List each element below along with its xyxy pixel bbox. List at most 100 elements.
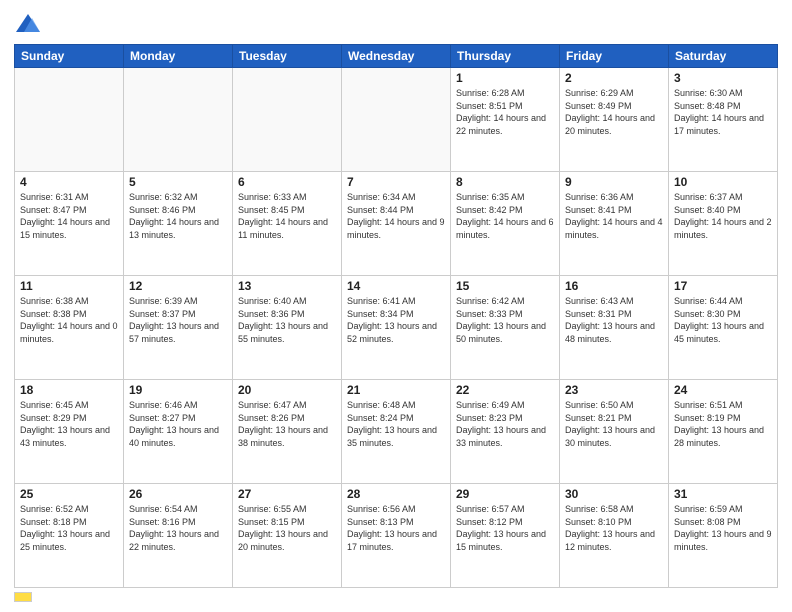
day-cell: 10 Sunrise: 6:37 AM Sunset: 8:40 PM Dayli… — [669, 172, 778, 276]
day-cell: 28Sunrise: 6:56 AM Sunset: 8:13 PM Dayli… — [342, 484, 451, 588]
week-row-1: 1 Sunrise: 6:28 AM Sunset: 8:51 PM Daylig… — [15, 68, 778, 172]
header-monday: Monday — [124, 45, 233, 68]
day-cell: 21 Sunrise: 6:48 AM Sunset: 8:24 PM Dayli… — [342, 380, 451, 484]
day-cell: 18 Sunrise: 6:45 AM Sunset: 8:29 PM Dayli… — [15, 380, 124, 484]
day-number: 11 — [20, 279, 118, 293]
day-number: 27 — [238, 487, 336, 501]
header-sunday: Sunday — [15, 45, 124, 68]
day-info: Sunrise: 6:54 AM Sunset: 8:16 PM Dayligh… — [129, 503, 227, 553]
day-info: Sunrise: 6:48 AM Sunset: 8:24 PM Dayligh… — [347, 399, 445, 449]
day-info: Sunrise: 6:31 AM Sunset: 8:47 PM Dayligh… — [20, 191, 118, 241]
day-cell: 25 Sunrise: 6:52 AM Sunset: 8:18 PM Dayli… — [15, 484, 124, 588]
day-cell: 3Sunrise: 6:30 AM Sunset: 8:48 PM Daylig… — [669, 68, 778, 172]
day-cell — [124, 68, 233, 172]
logo — [14, 10, 46, 38]
logo-icon — [14, 10, 42, 38]
day-info: Sunrise: 6:30 AM Sunset: 8:48 PM Dayligh… — [674, 87, 772, 137]
days-header-row: Sunday Monday Tuesday Wednesday Thursday… — [15, 45, 778, 68]
day-cell: 27 Sunrise: 6:55 AM Sunset: 8:15 PM Dayli… — [233, 484, 342, 588]
day-number: 28 — [347, 487, 445, 501]
day-cell — [342, 68, 451, 172]
day-number: 23 — [565, 383, 663, 397]
day-number: 26 — [129, 487, 227, 501]
day-cell — [15, 68, 124, 172]
header-wednesday: Wednesday — [342, 45, 451, 68]
header — [14, 10, 778, 38]
day-info: Sunrise: 6:41 AM Sunset: 8:34 PM Dayligh… — [347, 295, 445, 345]
day-cell: 14 Sunrise: 6:41 AM Sunset: 8:34 PM Dayli… — [342, 276, 451, 380]
day-info: Sunrise: 6:42 AM Sunset: 8:33 PM Dayligh… — [456, 295, 554, 345]
day-number: 14 — [347, 279, 445, 293]
day-cell: 17 Sunrise: 6:44 AM Sunset: 8:30 PM Dayli… — [669, 276, 778, 380]
day-number: 22 — [456, 383, 554, 397]
day-number: 24 — [674, 383, 772, 397]
day-info: Sunrise: 6:37 AM Sunset: 8:40 PM Dayligh… — [674, 191, 772, 241]
day-info: Sunrise: 6:38 AM Sunset: 8:38 PM Dayligh… — [20, 295, 118, 345]
week-row-2: 4Sunrise: 6:31 AM Sunset: 8:47 PM Daylig… — [15, 172, 778, 276]
week-row-3: 11 Sunrise: 6:38 AM Sunset: 8:38 PM Dayli… — [15, 276, 778, 380]
day-number: 19 — [129, 383, 227, 397]
footer — [14, 592, 778, 602]
day-number: 16 — [565, 279, 663, 293]
day-cell — [233, 68, 342, 172]
day-cell: 11 Sunrise: 6:38 AM Sunset: 8:38 PM Dayli… — [15, 276, 124, 380]
day-cell: 16Sunrise: 6:43 AM Sunset: 8:31 PM Dayli… — [560, 276, 669, 380]
day-cell: 29 Sunrise: 6:57 AM Sunset: 8:12 PM Dayli… — [451, 484, 560, 588]
day-info: Sunrise: 6:50 AM Sunset: 8:21 PM Dayligh… — [565, 399, 663, 449]
day-cell: 7Sunrise: 6:34 AM Sunset: 8:44 PM Daylig… — [342, 172, 451, 276]
day-cell: 9Sunrise: 6:36 AM Sunset: 8:41 PM Daylig… — [560, 172, 669, 276]
day-info: Sunrise: 6:44 AM Sunset: 8:30 PM Dayligh… — [674, 295, 772, 345]
day-number: 25 — [20, 487, 118, 501]
day-info: Sunrise: 6:33 AM Sunset: 8:45 PM Dayligh… — [238, 191, 336, 241]
day-cell: 15Sunrise: 6:42 AM Sunset: 8:33 PM Dayli… — [451, 276, 560, 380]
day-number: 18 — [20, 383, 118, 397]
day-cell: 22 Sunrise: 6:49 AM Sunset: 8:23 PM Dayli… — [451, 380, 560, 484]
day-info: Sunrise: 6:29 AM Sunset: 8:49 PM Dayligh… — [565, 87, 663, 137]
day-info: Sunrise: 6:28 AM Sunset: 8:51 PM Dayligh… — [456, 87, 554, 137]
day-number: 6 — [238, 175, 336, 189]
day-info: Sunrise: 6:36 AM Sunset: 8:41 PM Dayligh… — [565, 191, 663, 241]
day-cell: 1 Sunrise: 6:28 AM Sunset: 8:51 PM Daylig… — [451, 68, 560, 172]
day-number: 21 — [347, 383, 445, 397]
day-number: 5 — [129, 175, 227, 189]
daylight-bar-icon — [14, 592, 32, 602]
page: Sunday Monday Tuesday Wednesday Thursday… — [0, 0, 792, 612]
day-number: 10 — [674, 175, 772, 189]
day-cell: 5Sunrise: 6:32 AM Sunset: 8:46 PM Daylig… — [124, 172, 233, 276]
day-info: Sunrise: 6:46 AM Sunset: 8:27 PM Dayligh… — [129, 399, 227, 449]
day-number: 29 — [456, 487, 554, 501]
header-friday: Friday — [560, 45, 669, 68]
header-saturday: Saturday — [669, 45, 778, 68]
day-info: Sunrise: 6:59 AM Sunset: 8:08 PM Dayligh… — [674, 503, 772, 553]
day-number: 30 — [565, 487, 663, 501]
day-cell: 8 Sunrise: 6:35 AM Sunset: 8:42 PM Daylig… — [451, 172, 560, 276]
day-cell: 20Sunrise: 6:47 AM Sunset: 8:26 PM Dayli… — [233, 380, 342, 484]
day-info: Sunrise: 6:52 AM Sunset: 8:18 PM Dayligh… — [20, 503, 118, 553]
day-info: Sunrise: 6:45 AM Sunset: 8:29 PM Dayligh… — [20, 399, 118, 449]
day-number: 1 — [456, 71, 554, 85]
day-info: Sunrise: 6:58 AM Sunset: 8:10 PM Dayligh… — [565, 503, 663, 553]
day-number: 17 — [674, 279, 772, 293]
day-number: 31 — [674, 487, 772, 501]
day-info: Sunrise: 6:57 AM Sunset: 8:12 PM Dayligh… — [456, 503, 554, 553]
day-cell: 23 Sunrise: 6:50 AM Sunset: 8:21 PM Dayli… — [560, 380, 669, 484]
day-cell: 13Sunrise: 6:40 AM Sunset: 8:36 PM Dayli… — [233, 276, 342, 380]
day-info: Sunrise: 6:34 AM Sunset: 8:44 PM Dayligh… — [347, 191, 445, 241]
week-row-5: 25 Sunrise: 6:52 AM Sunset: 8:18 PM Dayli… — [15, 484, 778, 588]
day-cell: 4Sunrise: 6:31 AM Sunset: 8:47 PM Daylig… — [15, 172, 124, 276]
calendar-table: Sunday Monday Tuesday Wednesday Thursday… — [14, 44, 778, 588]
day-cell: 30 Sunrise: 6:58 AM Sunset: 8:10 PM Dayli… — [560, 484, 669, 588]
day-cell: 26 Sunrise: 6:54 AM Sunset: 8:16 PM Dayli… — [124, 484, 233, 588]
day-number: 8 — [456, 175, 554, 189]
day-cell: 6 Sunrise: 6:33 AM Sunset: 8:45 PM Daylig… — [233, 172, 342, 276]
day-info: Sunrise: 6:40 AM Sunset: 8:36 PM Dayligh… — [238, 295, 336, 345]
day-cell: 12 Sunrise: 6:39 AM Sunset: 8:37 PM Dayli… — [124, 276, 233, 380]
day-info: Sunrise: 6:49 AM Sunset: 8:23 PM Dayligh… — [456, 399, 554, 449]
day-info: Sunrise: 6:51 AM Sunset: 8:19 PM Dayligh… — [674, 399, 772, 449]
day-info: Sunrise: 6:39 AM Sunset: 8:37 PM Dayligh… — [129, 295, 227, 345]
day-info: Sunrise: 6:47 AM Sunset: 8:26 PM Dayligh… — [238, 399, 336, 449]
day-info: Sunrise: 6:35 AM Sunset: 8:42 PM Dayligh… — [456, 191, 554, 241]
day-info: Sunrise: 6:55 AM Sunset: 8:15 PM Dayligh… — [238, 503, 336, 553]
day-cell: 31 Sunrise: 6:59 AM Sunset: 8:08 PM Dayli… — [669, 484, 778, 588]
day-number: 12 — [129, 279, 227, 293]
